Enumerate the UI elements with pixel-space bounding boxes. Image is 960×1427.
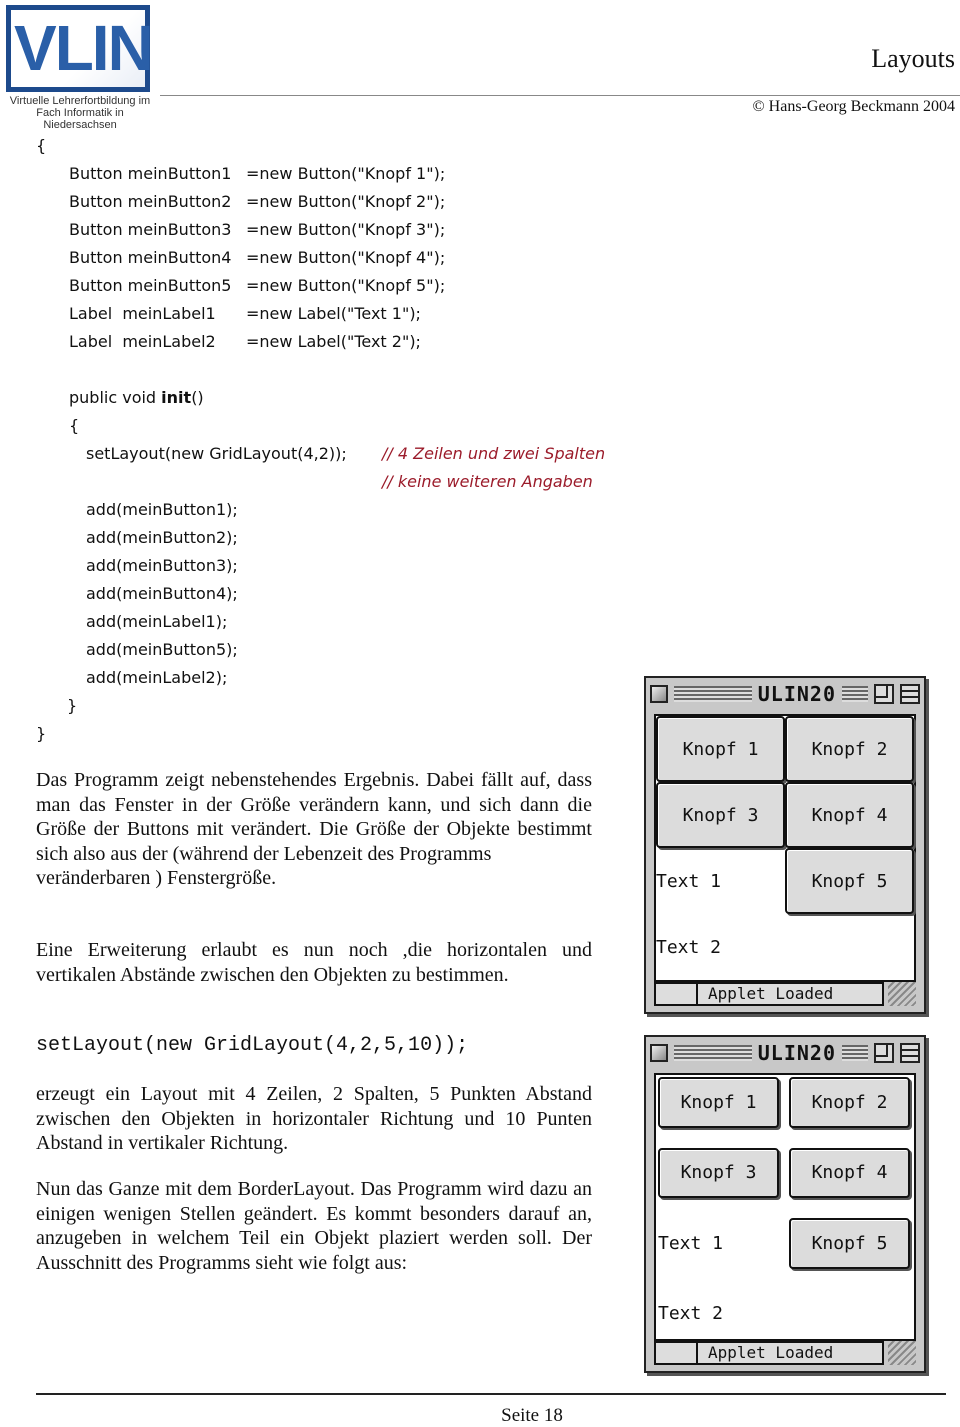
titlebar-stripes — [842, 1045, 868, 1061]
add-call: add(meinButton3); — [86, 556, 238, 575]
declaration: Button meinButton2 — [69, 192, 232, 211]
collapse-box-icon[interactable] — [900, 1043, 920, 1063]
status-text: Applet Loaded — [696, 982, 884, 1006]
header-divider — [160, 95, 960, 96]
initializer: =new Button("Knopf 5"); — [246, 276, 446, 295]
code-comment: // keine weiteren Angaben — [382, 472, 593, 491]
method-signature: public void init() — [69, 384, 204, 412]
knopf-4-button[interactable]: Knopf 4 — [789, 1147, 910, 1198]
page-title: Layouts — [871, 44, 955, 73]
knopf-5-button[interactable]: Knopf 5 — [785, 848, 914, 914]
applet-content: Knopf 1 Knopf 2 Knopf 3 Knopf 4 Text 1 K… — [654, 1073, 916, 1341]
method-open-brace: { — [69, 416, 80, 435]
close-box-icon[interactable] — [650, 1044, 668, 1062]
knopf-1-button[interactable]: Knopf 1 — [658, 1077, 779, 1128]
status-text: Applet Loaded — [696, 1341, 884, 1365]
paragraph-explanation: erzeugt ein Layout mit 4 Zeilen, 2 Spalt… — [36, 1083, 592, 1154]
collapse-box-icon[interactable] — [900, 684, 920, 704]
knopf-3-button[interactable]: Knopf 3 — [658, 1147, 779, 1198]
method-params: () — [191, 388, 204, 407]
set-layout-call: setLayout(new GridLayout(4,2)); — [86, 444, 347, 463]
logo-subtitle-line2: Fach Informatik in Niedersachsen — [36, 107, 124, 131]
knopf-1-button[interactable]: Knopf 1 — [656, 716, 785, 782]
declaration: Button meinButton1 — [69, 164, 232, 183]
add-call: add(meinButton2); — [86, 528, 238, 547]
paragraph-text: Das Programm zeigt nebenstehendes Ergebn… — [36, 769, 592, 865]
knopf-4-button[interactable]: Knopf 4 — [785, 782, 914, 848]
code-close-brace: } — [36, 724, 47, 743]
method-name: init — [161, 388, 192, 407]
paragraph-extension: Eine Erweiterung erlaubt es nun noch ,di… — [36, 939, 592, 986]
page-number: Seite 18 — [501, 1405, 563, 1426]
text-1-label: Text 1 — [658, 1232, 724, 1254]
declaration: Button meinButton4 — [69, 248, 232, 267]
add-call: add(meinLabel1); — [86, 612, 228, 631]
status-bar: Applet Loaded — [654, 982, 916, 1006]
knopf-2-button[interactable]: Knopf 2 — [789, 1077, 910, 1128]
paragraph-result: Das Programm zeigt nebenstehendes Ergebn… — [36, 768, 592, 891]
applet-window-gaps: ULIN20 Knopf 1 Knopf 2 Knopf 3 Knopf 4 T… — [644, 1035, 926, 1373]
status-left-pane — [654, 1341, 696, 1365]
initializer: =new Label("Text 1"); — [246, 304, 421, 323]
declaration: Label meinLabel2 — [69, 332, 216, 351]
window-titlebar[interactable]: ULIN20 — [650, 681, 920, 707]
footer-divider — [36, 1393, 946, 1395]
titlebar-stripes — [674, 1045, 752, 1061]
empty-cell — [789, 1289, 910, 1340]
resize-grip-icon[interactable] — [888, 982, 916, 1006]
knopf-5-button[interactable]: Knopf 5 — [789, 1218, 910, 1269]
grid-layout: Knopf 1 Knopf 2 Knopf 3 Knopf 4 Text 1 K… — [656, 716, 914, 980]
add-call: add(meinButton4); — [86, 584, 238, 603]
logo-text: VLIN — [14, 12, 154, 84]
paragraph-borderlayout: Nun das Ganze mit dem BorderLayout. Das … — [36, 1178, 592, 1274]
paragraph-text-last: veränderbaren ) Fenstergröße. — [36, 867, 277, 889]
text-1-label: Text 1 — [656, 870, 722, 892]
add-call: add(meinButton5); — [86, 640, 238, 659]
logo-subtitle: Virtuelle Lehrerfortbildung im Fach Info… — [2, 95, 158, 131]
grid-layout-gaps: Knopf 1 Knopf 2 Knopf 3 Knopf 4 Text 1 K… — [656, 1075, 914, 1339]
method-modifiers: public void — [69, 388, 162, 407]
declaration: Button meinButton5 — [69, 276, 232, 295]
initializer: =new Label("Text 2"); — [246, 332, 421, 351]
window-title: ULIN20 — [757, 682, 836, 706]
logo-subtitle-line1: Virtuelle Lehrerfortbildung im — [9, 95, 151, 107]
copyright: © Hans-Georg Beckmann 2004 — [752, 98, 955, 115]
declaration: Button meinButton3 — [69, 220, 232, 239]
code-line-gridlayout: setLayout(new GridLayout(4,2,5,10)); — [36, 1034, 469, 1057]
initializer: =new Button("Knopf 4"); — [246, 248, 446, 267]
code-open-brace: { — [36, 136, 47, 155]
titlebar-stripes — [842, 686, 868, 702]
zoom-box-icon[interactable] — [874, 1043, 894, 1063]
add-calls: add(meinButton1); add(meinButton2); add(… — [86, 496, 238, 692]
status-left-pane — [654, 982, 696, 1006]
knopf-3-button[interactable]: Knopf 3 — [656, 782, 785, 848]
window-title: ULIN20 — [757, 1041, 836, 1065]
text-2-label: Text 2 — [656, 936, 722, 958]
initializer: =new Button("Knopf 3"); — [246, 220, 446, 239]
close-box-icon[interactable] — [650, 685, 668, 703]
add-call: add(meinLabel2); — [86, 668, 228, 687]
knopf-2-button[interactable]: Knopf 2 — [785, 716, 914, 782]
zoom-box-icon[interactable] — [874, 684, 894, 704]
text-2-label: Text 2 — [658, 1303, 724, 1325]
status-bar: Applet Loaded — [654, 1341, 916, 1365]
initializer: =new Button("Knopf 2"); — [246, 192, 446, 211]
code-comment: // 4 Zeilen und zwei Spalten — [382, 444, 606, 463]
method-close-brace: } — [67, 696, 78, 715]
titlebar-stripes — [674, 686, 752, 702]
add-call: add(meinButton1); — [86, 500, 238, 519]
resize-grip-icon[interactable] — [888, 1341, 916, 1365]
applet-window: ULIN20 Knopf 1 Knopf 2 Knopf 3 Knopf 4 T… — [644, 676, 926, 1014]
initializer: =new Button("Knopf 1"); — [246, 164, 446, 183]
empty-cell — [785, 914, 914, 980]
declaration: Label meinLabel1 — [69, 304, 216, 323]
window-titlebar[interactable]: ULIN20 — [650, 1040, 920, 1066]
applet-content: Knopf 1 Knopf 2 Knopf 3 Knopf 4 Text 1 K… — [654, 714, 916, 982]
